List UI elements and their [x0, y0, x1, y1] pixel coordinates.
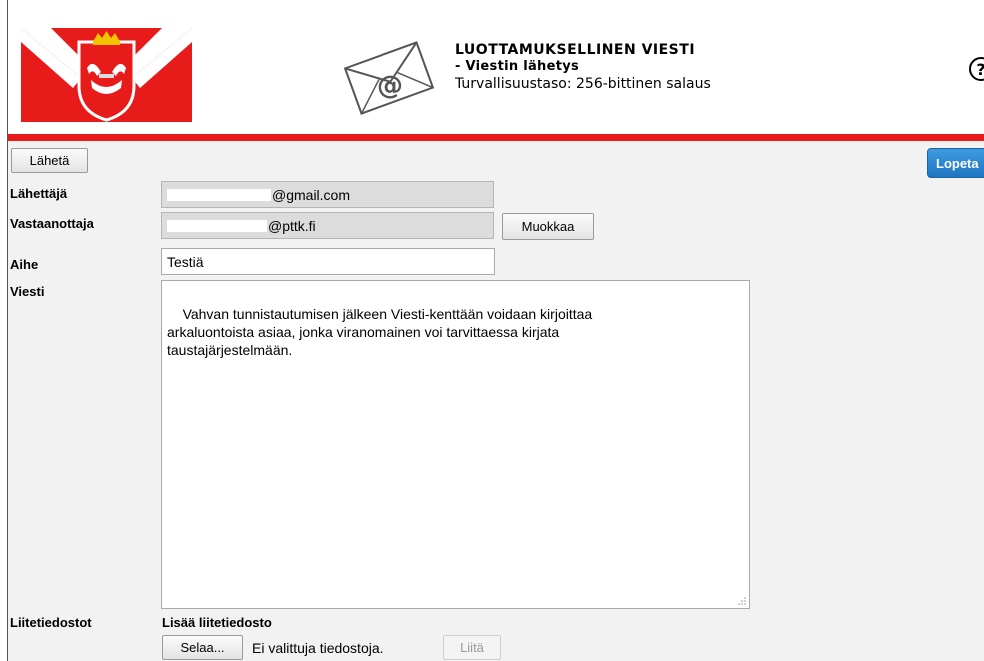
- help-icon[interactable]: ?: [968, 56, 984, 82]
- send-button[interactable]: Lähetä: [11, 148, 88, 173]
- message-form: Lähetä Lopeta Lähettäjä @gmail.com Vasta…: [8, 141, 984, 661]
- attach-button[interactable]: Liitä: [443, 635, 501, 660]
- header-text: LUOTTAMUKSELLINEN VIESTI - Viestin lähet…: [455, 42, 711, 93]
- svg-text:?: ?: [976, 60, 984, 79]
- redacted-text: [167, 219, 267, 232]
- svg-text:@: @: [377, 71, 403, 101]
- sender-field: @gmail.com: [161, 181, 494, 208]
- sender-value: @gmail.com: [272, 186, 351, 203]
- resize-handle-icon[interactable]: [738, 597, 746, 605]
- page-subtitle: - Viestin lähetys: [455, 59, 580, 74]
- recipient-label: Vastaanottaja: [10, 216, 94, 231]
- email-icon: @: [343, 41, 435, 115]
- header: @ LUOTTAMUKSELLINEN VIESTI - Viestin läh…: [8, 0, 984, 134]
- page-title: LUOTTAMUKSELLINEN VIESTI: [455, 42, 696, 58]
- recipient-field: @pttk.fi: [161, 212, 494, 239]
- message-text: Vahvan tunnistautumisen jälkeen Viesti-k…: [167, 306, 593, 358]
- message-label: Viesti: [10, 284, 45, 299]
- security-level: Turvallisuustaso: 256-bittinen salaus: [455, 76, 711, 92]
- attachments-label: Liitetiedostot: [10, 615, 92, 630]
- sender-label: Lähettäjä: [10, 186, 68, 201]
- redacted-text: [167, 188, 271, 201]
- coat-of-arms-logo: [21, 28, 192, 122]
- edit-recipient-button[interactable]: Muokkaa: [502, 213, 594, 240]
- recipient-value: @pttk.fi: [268, 217, 316, 234]
- add-attachment-heading: Lisää liitetiedosto: [162, 615, 272, 630]
- header-divider: [8, 134, 984, 141]
- subject-label: Aihe: [10, 257, 39, 272]
- quit-button[interactable]: Lopeta: [927, 148, 984, 178]
- subject-input[interactable]: Testiä: [161, 248, 495, 275]
- browse-button[interactable]: Selaa...: [162, 635, 243, 660]
- message-textarea[interactable]: Vahvan tunnistautumisen jälkeen Viesti-k…: [161, 280, 750, 609]
- file-status: Ei valittuja tiedostoja.: [252, 640, 384, 656]
